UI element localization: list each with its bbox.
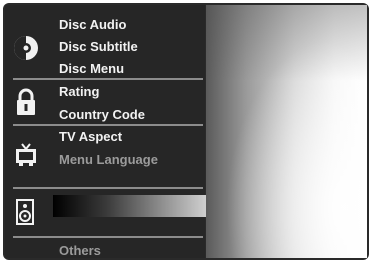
speaker-icon	[16, 199, 34, 225]
menu-item-others[interactable]: Others	[59, 243, 101, 258]
tv-icon	[16, 143, 36, 166]
submenu-panel	[206, 5, 367, 258]
separator	[13, 78, 203, 80]
separator	[13, 236, 203, 238]
menu-item-disc-subtitle[interactable]: Disc Subtitle	[59, 39, 138, 54]
selected-item-highlight[interactable]	[53, 195, 206, 217]
menu-item-menu-language[interactable]: Menu Language	[59, 152, 158, 167]
menu-item-disc-audio[interactable]: Disc Audio	[59, 17, 126, 32]
menu-item-country-code[interactable]: Country Code	[59, 107, 145, 122]
disc-icon	[14, 36, 38, 60]
padlock-icon	[17, 88, 35, 115]
menu-item-disc-menu[interactable]: Disc Menu	[59, 61, 124, 76]
osd-screen: Disc Audio Disc Subtitle Disc Menu Ratin…	[3, 3, 369, 260]
menu-item-rating[interactable]: Rating	[59, 84, 99, 99]
separator	[13, 187, 203, 189]
setup-menu: Disc Audio Disc Subtitle Disc Menu Ratin…	[5, 5, 206, 258]
separator	[13, 124, 203, 126]
menu-item-tv-aspect[interactable]: TV Aspect	[59, 129, 122, 144]
